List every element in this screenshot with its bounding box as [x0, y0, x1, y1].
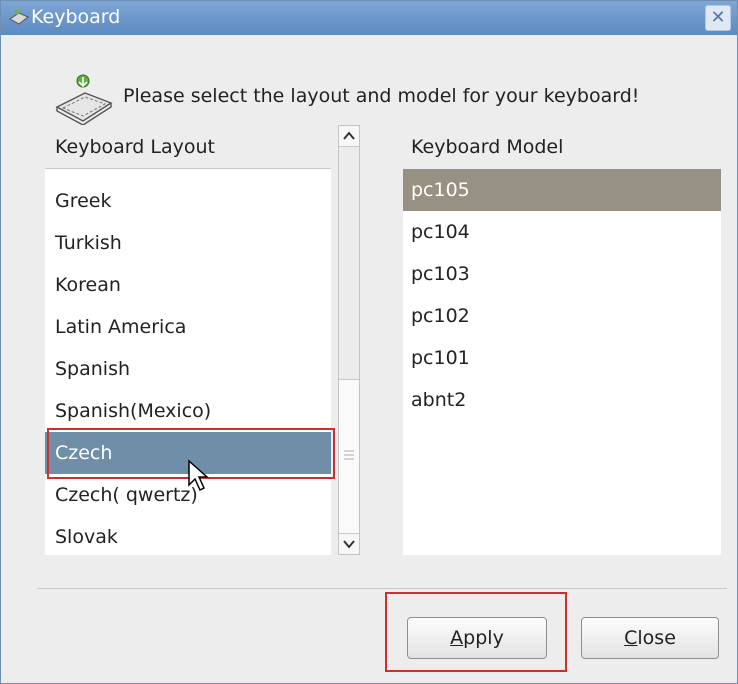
model-item[interactable]: pc105	[403, 169, 721, 211]
arrow-up-icon	[343, 131, 355, 140]
scroll-up-button[interactable]	[339, 126, 359, 147]
layout-scrollbar[interactable]	[338, 125, 360, 555]
mouse-cursor-icon	[188, 459, 209, 492]
layout-item[interactable]: Turkish	[45, 222, 331, 264]
scroll-down-button[interactable]	[339, 533, 359, 554]
arrow-down-icon	[343, 540, 355, 549]
keyboard-dialog: Keyboard ✕ Please select the layout and …	[0, 0, 738, 684]
apply-button[interactable]: Apply	[407, 617, 547, 659]
close-button[interactable]: Close	[581, 617, 719, 659]
layout-item[interactable]: Korean	[45, 264, 331, 306]
separator	[37, 588, 727, 589]
close-label: lose	[637, 627, 676, 649]
layout-item[interactable]: Latin America	[45, 306, 331, 348]
keyboard-icon	[9, 9, 29, 25]
layout-item[interactable]: Slovak	[45, 516, 331, 555]
layout-item[interactable]: Greek	[45, 180, 331, 222]
model-item[interactable]: abnt2	[403, 379, 721, 421]
model-item[interactable]: pc102	[403, 295, 721, 337]
keyboard-install-icon	[55, 74, 113, 125]
window-title: Keyboard	[31, 6, 121, 28]
apply-mnemonic: A	[450, 627, 464, 649]
layout-item[interactable]: Spanish	[45, 348, 331, 390]
layout-column-header[interactable]: Keyboard Layout	[45, 125, 331, 169]
instruction-text: Please select the layout and model for y…	[123, 85, 640, 107]
keyboard-model-list[interactable]: Keyboard Model pc105 pc104 pc103 pc102 pc101…	[403, 125, 721, 555]
title-bar[interactable]: Keyboard ✕	[1, 1, 737, 35]
close-mnemonic: C	[624, 627, 638, 649]
model-item[interactable]: pc104	[403, 211, 721, 253]
model-item[interactable]: pc101	[403, 337, 721, 379]
model-column-header[interactable]: Keyboard Model	[403, 125, 721, 169]
close-icon[interactable]: ✕	[705, 5, 731, 31]
grip-icon	[344, 450, 354, 460]
apply-label: pply	[463, 627, 504, 649]
model-item[interactable]: pc103	[403, 253, 721, 295]
scroll-thumb[interactable]	[339, 379, 359, 537]
layout-item[interactable]: Spanish(Mexico)	[45, 390, 331, 432]
